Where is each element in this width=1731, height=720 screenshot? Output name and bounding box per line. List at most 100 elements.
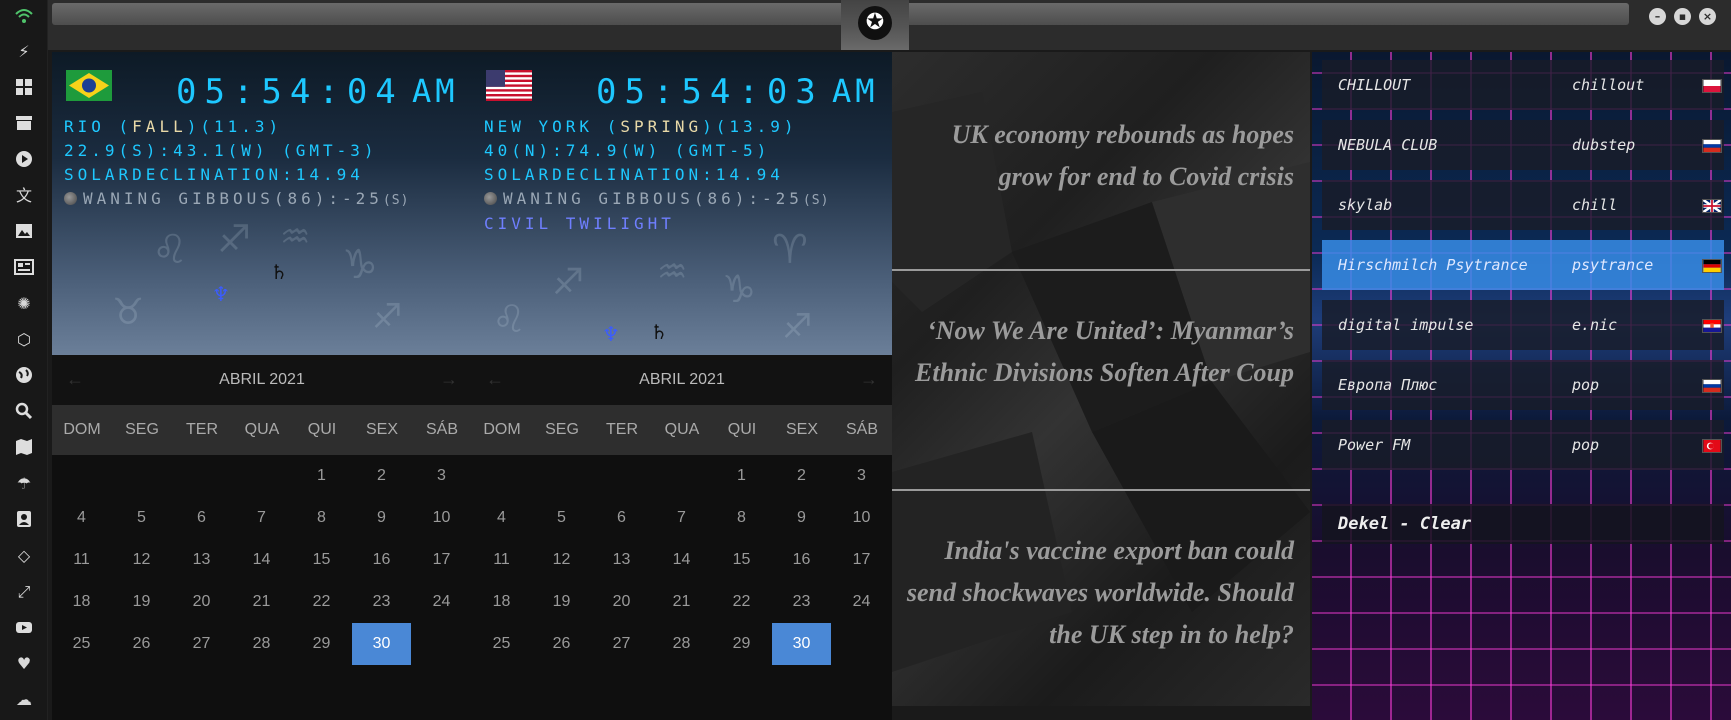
map-icon[interactable] [14,438,34,458]
calendar-day[interactable]: 7 [652,497,711,539]
calendar-day-today[interactable]: 30 [772,623,831,665]
globe-icon[interactable] [14,366,34,386]
calendar-day-today[interactable]: 30 [352,623,411,665]
minimize-button[interactable]: – [1649,8,1666,25]
calendar-day[interactable]: 25 [472,623,531,665]
calendar-day[interactable]: 22 [292,581,351,623]
fullscreen-icon[interactable]: ⤢ [14,582,34,602]
play-icon[interactable] [14,150,34,170]
calendar-day[interactable]: 20 [592,581,651,623]
radio-station[interactable]: skylab chill [1322,180,1724,230]
calendar-day[interactable]: 26 [112,623,171,665]
calendar-day[interactable]: 9 [352,497,411,539]
calendar-day[interactable]: 1 [712,455,771,497]
next-month-icon[interactable]: → [440,369,458,390]
clock-panel-rio: 05:54:04 AM RIO (FALL)(11.3) 22.9(S):43.… [52,52,472,720]
calendar-day[interactable]: 18 [472,581,531,623]
umbrella-icon[interactable]: ☂ [14,474,34,494]
heart-icon[interactable]: ♥ [14,654,34,674]
calendar-day[interactable]: 23 [352,581,411,623]
calendar-day[interactable]: 5 [532,497,591,539]
wifi-icon[interactable] [14,6,34,26]
calendar-day[interactable]: 29 [712,623,771,665]
radio-station[interactable]: CHILLOUT chillout [1322,60,1724,110]
calendar-day[interactable]: 22 [712,581,771,623]
calendar-day[interactable]: 15 [292,539,351,581]
calendar-day[interactable]: 6 [592,497,651,539]
search-icon[interactable] [14,402,34,422]
calendar-day[interactable]: 19 [532,581,591,623]
news-panel: UK economy rebounds as hopes grow for en… [892,52,1310,706]
news-icon[interactable] [14,258,34,278]
calendar-day[interactable]: 10 [412,497,471,539]
calendar-day[interactable]: 12 [112,539,171,581]
youtube-icon[interactable] [14,618,34,638]
radio-station[interactable]: digital impulse e.nic [1322,300,1724,350]
calendar-day[interactable]: 20 [172,581,231,623]
news-headline[interactable]: India's vaccine export ban could send sh… [902,530,1294,656]
calendar-day[interactable]: 10 [832,497,891,539]
calendar-day[interactable]: 11 [472,539,531,581]
calendar-day[interactable]: 24 [412,581,471,623]
calendar-day[interactable]: 3 [412,455,471,497]
calendar-day[interactable]: 27 [592,623,651,665]
calendar-day[interactable]: 26 [532,623,591,665]
logo-tab[interactable]: ✪ [841,0,909,50]
settings-icon[interactable]: ✺ [14,294,34,314]
calendar-day[interactable]: 21 [652,581,711,623]
close-button[interactable]: × [1699,8,1716,25]
calendar-day[interactable]: 12 [532,539,591,581]
image-icon[interactable] [14,222,34,242]
radio-station[interactable]: Power FM pop [1322,420,1724,470]
calendar-day[interactable]: 5 [112,497,171,539]
calendar-day[interactable]: 13 [592,539,651,581]
calendar-day[interactable]: 16 [772,539,831,581]
calendar-day[interactable]: 21 [232,581,291,623]
calendar-day[interactable]: 14 [232,539,291,581]
calendar-day[interactable]: 28 [232,623,291,665]
contacts-icon[interactable] [14,510,34,530]
news-headline[interactable]: UK economy rebounds as hopes grow for en… [902,114,1294,198]
cloud-icon[interactable]: ☁ [14,690,34,710]
news-headline[interactable]: ‘Now We Are United’: Myanmar’s Ethnic Di… [902,310,1294,394]
radio-station[interactable]: NEBULA CLUB dubstep [1322,120,1724,170]
calendar-day[interactable]: 6 [172,497,231,539]
calendar-day[interactable]: 2 [352,455,411,497]
calendar-day[interactable]: 11 [52,539,111,581]
calendar-day[interactable]: 4 [52,497,111,539]
calendar-day[interactable]: 14 [652,539,711,581]
calendar-day[interactable]: 8 [712,497,771,539]
archive-icon[interactable] [14,114,34,134]
calendar-day[interactable]: 4 [472,497,531,539]
code-icon[interactable]: ◇ [14,546,34,566]
calendar-day[interactable]: 19 [112,581,171,623]
calendar-day[interactable]: 25 [52,623,111,665]
calendar-day[interactable]: 18 [52,581,111,623]
calendar-day[interactable]: 1 [292,455,351,497]
calendar-day[interactable]: 28 [652,623,711,665]
calendar-day[interactable]: 24 [832,581,891,623]
calendar-day[interactable]: 23 [772,581,831,623]
calendar-day[interactable]: 3 [832,455,891,497]
calendar-day[interactable]: 13 [172,539,231,581]
windows-icon[interactable] [14,78,34,98]
calendar-day[interactable]: 2 [772,455,831,497]
maximize-button[interactable]: ▪ [1674,8,1691,25]
hexagon-icon[interactable]: ⬡ [14,330,34,350]
weekday-label: QUI [727,421,757,438]
calendar-day[interactable]: 17 [832,539,891,581]
radio-station-active[interactable]: Hirschmilch Psytrance psytrance [1322,240,1724,290]
calendar-day[interactable]: 17 [412,539,471,581]
calendar-day[interactable]: 29 [292,623,351,665]
next-month-icon[interactable]: → [860,369,878,390]
calendar-day[interactable]: 8 [292,497,351,539]
calendar-day[interactable]: 27 [172,623,231,665]
clock-panel-new-york: 05:54:03 AM NEW YORK (SPRING)(13.9) 40(N… [472,52,892,720]
calendar-day[interactable]: 16 [352,539,411,581]
calendar-day[interactable]: 15 [712,539,771,581]
translate-icon[interactable]: 文 [14,186,34,206]
radio-station[interactable]: Европа Плюс pop [1322,360,1724,410]
calendar-day[interactable]: 7 [232,497,291,539]
lightning-icon[interactable]: ⚡ [14,42,34,62]
calendar-day[interactable]: 9 [772,497,831,539]
